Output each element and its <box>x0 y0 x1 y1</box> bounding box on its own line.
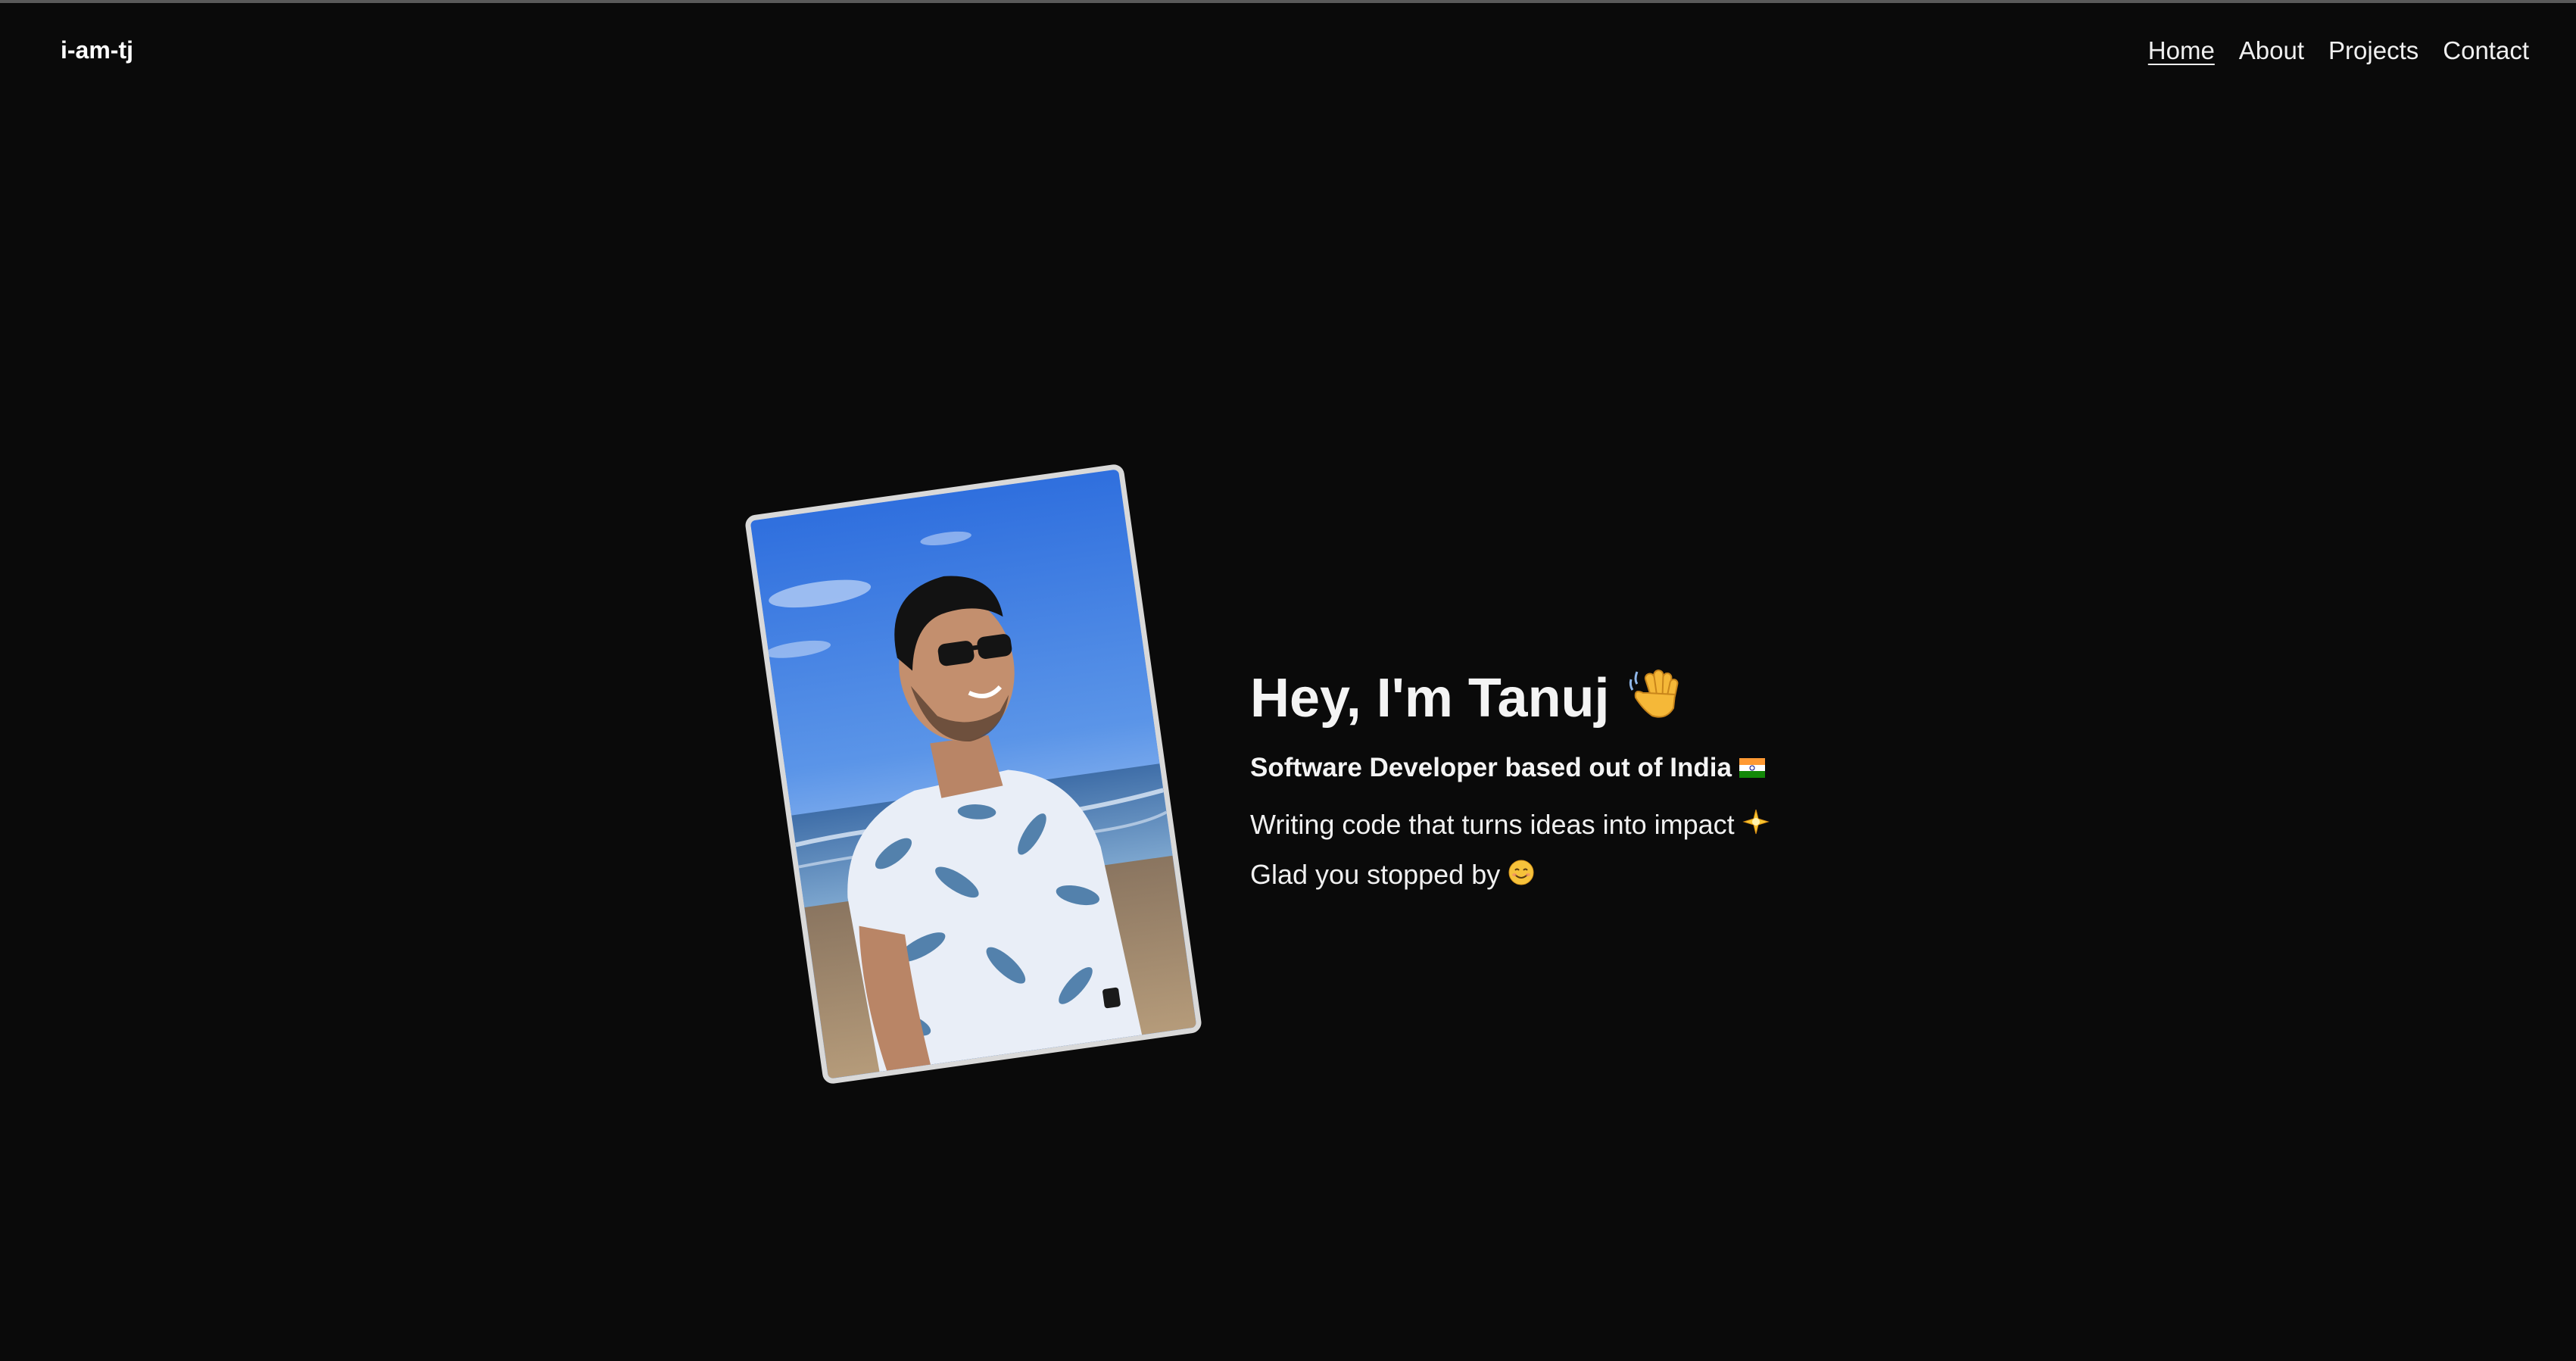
profile-photo <box>744 463 1203 1085</box>
hero-headline: Hey, I'm Tanuj <box>1250 660 1932 741</box>
profile-photo-illustration <box>750 469 1197 1079</box>
hero-line-1: Writing code that turns ideas into impac… <box>1250 801 1932 851</box>
hero-line-2: Glad you stopped by <box>1250 851 1932 901</box>
nav-home-link[interactable]: Home <box>2148 36 2215 65</box>
nav-links: Home About Projects Contact <box>2148 36 2529 65</box>
subheadline-text: Software Developer based out of India <box>1250 752 1732 782</box>
headline-text: Hey, I'm Tanuj <box>1250 668 1610 729</box>
smiling-face-icon <box>1508 853 1535 901</box>
hero-subheadline: Software Developer based out of India <box>1250 749 1932 788</box>
navbar: i-am-tj Home About Projects Contact <box>0 3 2576 100</box>
nav-contact-link[interactable]: Contact <box>2443 36 2529 65</box>
waving-hand-icon <box>1625 663 1684 741</box>
nav-about-link[interactable]: About <box>2239 36 2304 65</box>
hero-text: Hey, I'm Tanuj Software Developer based … <box>1250 660 1932 901</box>
line2-text: Glad you stopped by <box>1250 859 1501 891</box>
line1-text: Writing code that turns ideas into impac… <box>1250 808 1735 840</box>
india-flag-icon <box>1739 751 1765 788</box>
nav-projects-link[interactable]: Projects <box>2328 36 2419 65</box>
sparkle-icon <box>1742 802 1770 851</box>
site-logo[interactable]: i-am-tj <box>61 36 133 64</box>
